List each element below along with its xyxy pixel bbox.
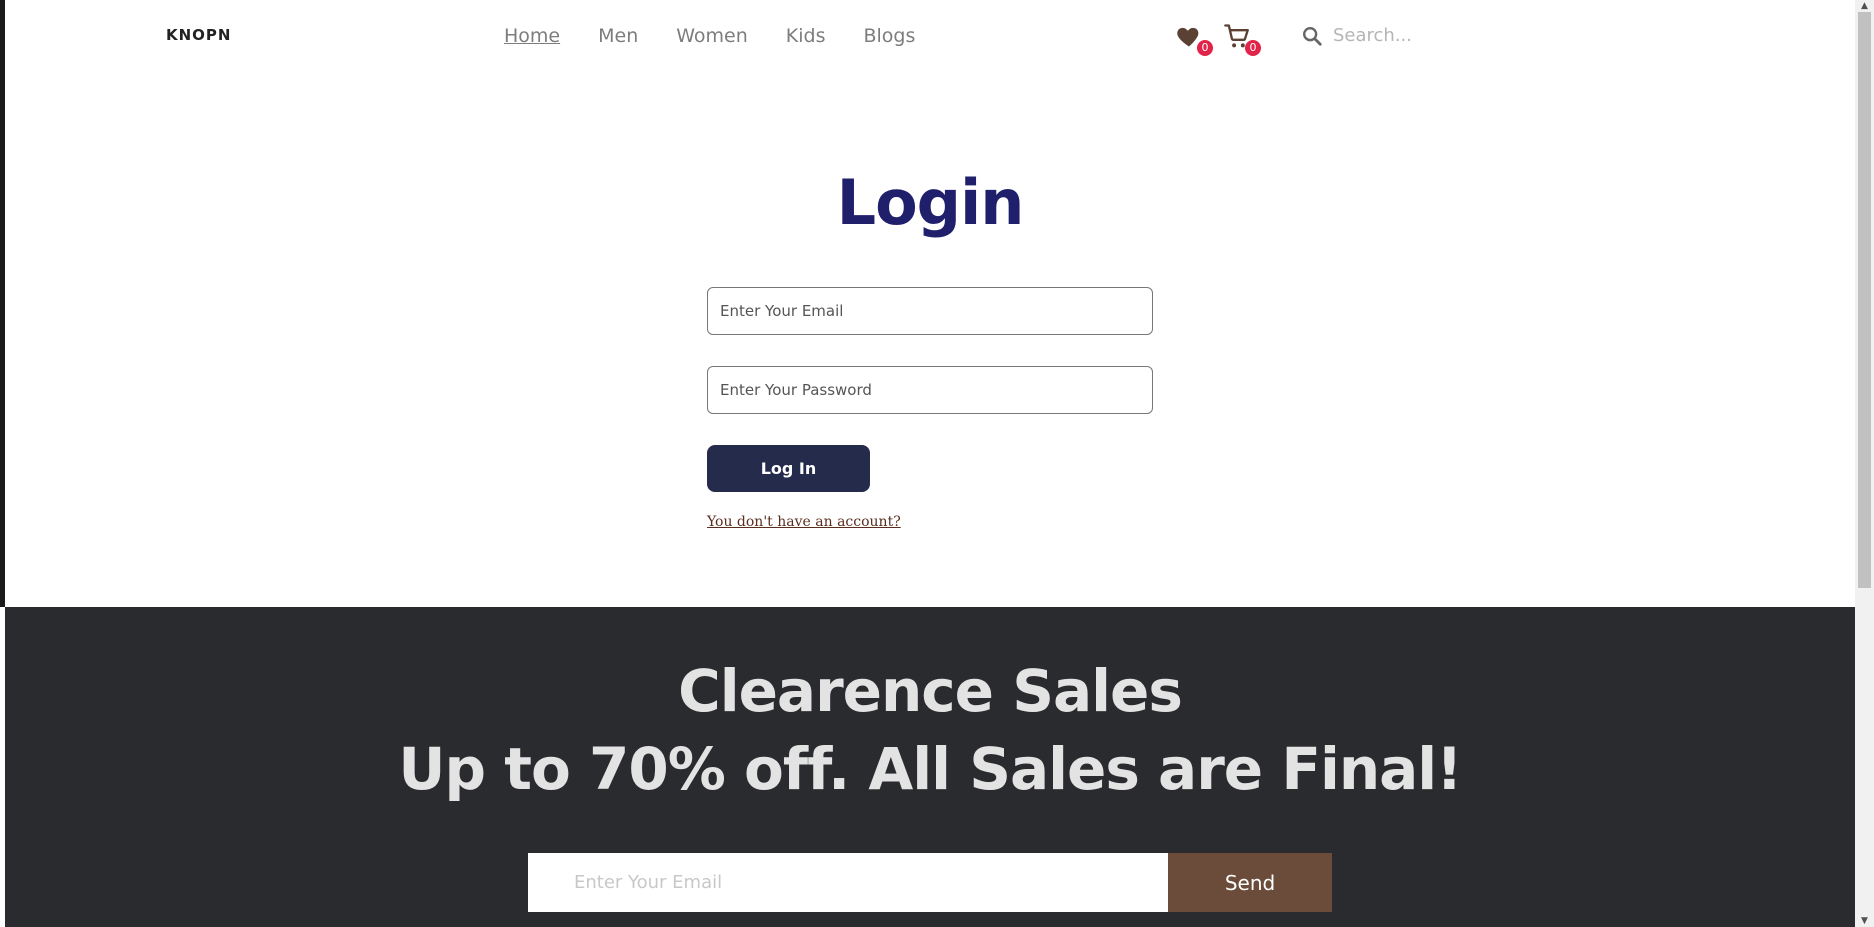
nav-kids[interactable]: Kids bbox=[786, 25, 826, 47]
scroll-up-icon[interactable]: ▲ bbox=[1855, 0, 1874, 12]
nav-blogs[interactable]: Blogs bbox=[863, 25, 915, 47]
newsletter-email-input[interactable] bbox=[528, 853, 1168, 912]
brand-logo[interactable]: KNOPN bbox=[166, 26, 231, 44]
cart-count-badge: 0 bbox=[1245, 40, 1261, 56]
scroll-down-icon[interactable]: ▼ bbox=[1855, 915, 1874, 927]
page-title: Login bbox=[836, 166, 1025, 239]
nav-home[interactable]: Home bbox=[504, 25, 560, 47]
search-input[interactable] bbox=[1331, 24, 1455, 47]
main-nav: Home Men Women Kids Blogs bbox=[504, 25, 915, 47]
header-actions: 0 0 bbox=[1175, 22, 1261, 56]
sales-banner: Clearence Sales Up to 70% off. All Sales… bbox=[5, 607, 1855, 927]
banner-heading: Clearence Sales bbox=[678, 657, 1183, 725]
banner-subheading: Up to 70% off. All Sales are Final! bbox=[398, 735, 1462, 803]
login-button[interactable]: Log In bbox=[707, 445, 870, 492]
send-button[interactable]: Send bbox=[1168, 853, 1332, 912]
signup-link[interactable]: You don't have an account? bbox=[707, 514, 901, 530]
search-box bbox=[1301, 24, 1455, 47]
scroll-thumb[interactable] bbox=[1858, 12, 1871, 588]
wishlist-count-badge: 0 bbox=[1197, 40, 1213, 56]
page-scrollbar[interactable]: ▲ ▼ bbox=[1855, 0, 1874, 927]
wishlist-button[interactable]: 0 bbox=[1175, 22, 1213, 56]
nav-women[interactable]: Women bbox=[676, 25, 748, 47]
cart-button[interactable]: 0 bbox=[1223, 22, 1261, 56]
email-field[interactable] bbox=[707, 287, 1153, 335]
search-icon[interactable] bbox=[1301, 25, 1323, 47]
nav-men[interactable]: Men bbox=[598, 25, 638, 47]
password-field[interactable] bbox=[707, 366, 1153, 414]
